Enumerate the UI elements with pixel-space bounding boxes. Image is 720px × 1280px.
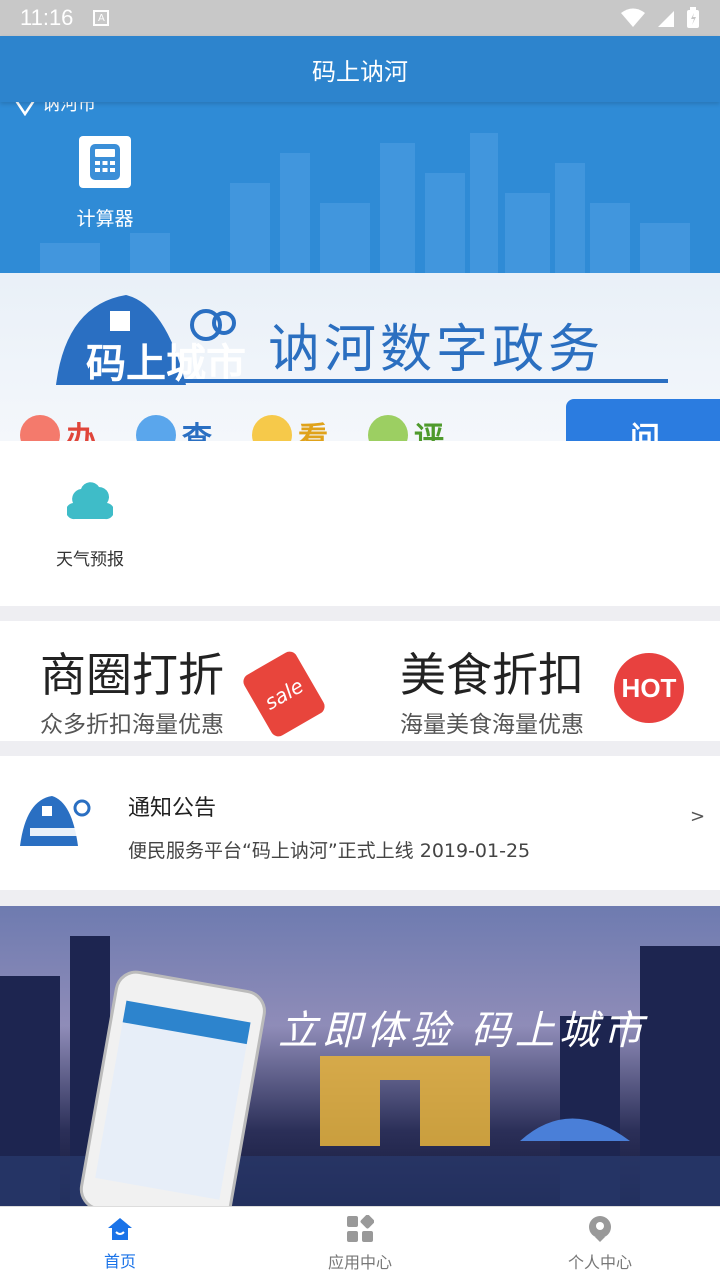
promo-title: 商圈打折: [40, 648, 224, 702]
sale-tag-icon: sale: [240, 648, 328, 740]
promo-shopping[interactable]: 商圈打折 众多折扣海量优惠 sale: [0, 621, 360, 741]
wifi-icon: [621, 8, 645, 27]
service-weather[interactable]: 天气预报: [40, 477, 140, 570]
apps-icon: [347, 1214, 374, 1242]
calculator-tool[interactable]: 计算器: [70, 136, 140, 231]
banner-title: 讷河数字政务: [268, 320, 605, 380]
tab-label: 应用中心: [327, 1252, 392, 1272]
ask-button: 问: [566, 399, 720, 441]
app-bar: 码上讷河: [0, 36, 720, 102]
signal-icon: [658, 11, 674, 27]
battery-icon: [687, 7, 699, 28]
notice-card[interactable]: 通知公告 便民服务平台“码上讷河”正式上线 2019-01-25 >: [0, 756, 720, 890]
home-icon: [108, 1217, 132, 1240]
tab-profile[interactable]: 个人中心: [480, 1207, 720, 1280]
user-icon: [589, 1215, 611, 1242]
hot-badge-icon: HOT: [614, 653, 684, 723]
action-view: 看: [252, 413, 328, 441]
action-query: 查: [136, 413, 212, 441]
location-pin-icon: [15, 102, 35, 116]
action-evaluate: 评: [368, 413, 444, 441]
promo-subtitle: 海量美食海量优惠: [400, 712, 584, 738]
promo-title: 美食折扣: [400, 648, 584, 702]
tab-home[interactable]: 首页: [0, 1207, 240, 1280]
status-bar: 11:16 A: [0, 0, 720, 36]
banner-divider: [180, 379, 668, 383]
tab-apps[interactable]: 应用中心: [240, 1207, 480, 1280]
notice-logo-icon: [20, 796, 91, 846]
calculator-label: 计算器: [76, 208, 134, 230]
promo-subtitle: 众多折扣海量优惠: [40, 712, 224, 738]
chevron-right-icon: >: [690, 806, 706, 827]
notification-icon: A: [93, 10, 110, 26]
city-night-illustration: [0, 936, 720, 1206]
promo-food[interactable]: 美食折扣 海量美食海量优惠 HOT: [360, 621, 720, 741]
notice-text: 便民服务平台“码上讷河”正式上线 2019-01-25: [128, 840, 531, 862]
tab-label: 首页: [103, 1251, 136, 1271]
location-label: 讷河市: [42, 102, 96, 115]
experience-banner[interactable]: 立即体验 码上城市: [0, 906, 720, 1206]
notice-title: 通知公告: [128, 796, 217, 821]
hero-section: 讷河市 计算器: [0, 102, 720, 273]
status-icons: [620, 7, 700, 29]
service-label: 天气预报: [56, 550, 124, 570]
action-handle: 办: [20, 413, 96, 441]
page-title: 码上讷河: [312, 57, 408, 86]
cloud-icon: [65, 482, 115, 520]
banner-actions: 办 查 看 评: [20, 413, 444, 441]
services-grid: 天气预报: [0, 441, 720, 606]
location-indicator[interactable]: 讷河市: [14, 102, 96, 116]
gov-service-banner[interactable]: 码上城市 讷河数字政务 办 查 看 评 问: [0, 273, 720, 441]
bottom-tab-bar: 首页 应用中心 个人中心: [0, 1206, 720, 1280]
status-time: 11:16: [20, 5, 74, 30]
calculator-icon: [79, 136, 131, 188]
banner-slogan: 立即体验 码上城市: [278, 1008, 647, 1054]
promotions: 商圈打折 众多折扣海量优惠 sale 美食折扣 海量美食海量优惠 HOT: [0, 621, 720, 741]
tab-label: 个人中心: [567, 1252, 632, 1272]
